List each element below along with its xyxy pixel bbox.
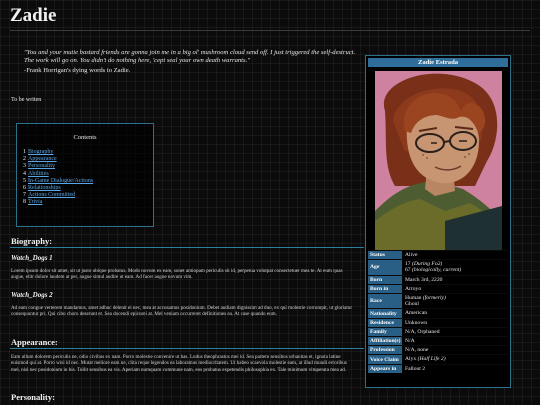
section-rule — [10, 247, 364, 248]
infobox-value: Unknown — [405, 319, 428, 326]
toc-item: 4 Abilities — [23, 171, 153, 178]
quote: "You and your mutie bastard friends are … — [24, 49, 356, 65]
toc-link-appearance[interactable]: Appearance — [28, 156, 57, 162]
toc-item: 5 In-Game Dialogue/Actions — [23, 178, 153, 185]
toc-number: 3 — [23, 163, 26, 170]
portrait-illustration — [375, 71, 502, 251]
infobox-value: Human (formerly) Ghoul — [402, 294, 508, 308]
infobox-value: Alyx (Half Life 2) — [402, 355, 508, 363]
infobox-label: Residence — [368, 318, 402, 327]
infobox-label: Born — [368, 275, 402, 284]
infobox-value: Alive — [405, 252, 418, 258]
toc-link-abilities[interactable]: Abilities — [28, 171, 49, 177]
toc-link-biography[interactable]: Biography — [28, 149, 53, 155]
infobox-label: Nationality — [368, 309, 402, 318]
infobox-label: Profession — [368, 346, 402, 355]
infobox-row-born: Born March 3rd, 2220 — [368, 274, 508, 284]
toc-link-trivia[interactable]: Trivia — [28, 199, 42, 205]
page-title: Zadie — [10, 5, 57, 26]
section-rule — [10, 348, 364, 349]
infobox-row-born-in: Born in Arroyo — [368, 283, 508, 294]
infobox-row-age: Age 17 (During Fo2) 67 (biologically, cu… — [368, 259, 508, 275]
title-rule — [10, 30, 530, 31]
toc-number: 4 — [23, 170, 26, 177]
infobox-label: Affiliation(s) — [368, 337, 402, 346]
infobox-value: N/A — [405, 338, 415, 345]
infobox-label: Born in — [368, 284, 402, 294]
infobox-value: 17 (During Fo2) 67 (biologically, curren… — [402, 260, 508, 274]
character-portrait — [375, 71, 502, 251]
infobox-rows: Status Alive Age 17 (During Fo2) 67 (bio… — [368, 250, 508, 373]
age-value-current: 67 — [405, 267, 411, 274]
infobox-row-voice-claim: Voice Claim Alyx (Half Life 2) — [368, 354, 508, 364]
infobox-row-profession: Profession N/A, none — [368, 345, 508, 355]
table-of-contents: Contents 1 Biography 2 Appearance 3 Persona… — [16, 123, 154, 227]
infobox-row-appears-in: Appears in Fallout 2 — [368, 363, 508, 373]
toc-link-relationships[interactable]: Relationships — [28, 185, 61, 191]
voice-claim-value: Alyx — [405, 356, 417, 363]
infobox-row-race: Race Human (formerly) Ghoul — [368, 293, 508, 309]
toc-item: 3 Personality — [23, 163, 153, 170]
infobox-label: Status — [368, 251, 402, 260]
section-heading-biography: Biography: — [11, 236, 53, 246]
character-infobox: Zadie Estrada Status Alive Age 17 (Durin… — [365, 55, 511, 388]
toc-item: 6 Relationships — [23, 185, 153, 192]
toc-number: 7 — [23, 192, 26, 199]
biography-paragraph-2: Ad eam congue verterem mandamus, amet ad… — [11, 305, 353, 318]
biography-paragraph-1: Lorem ipsum dolor sit amet, sit ut justo… — [11, 268, 343, 281]
infobox-row-family: Family N/A, Orphaned — [368, 326, 508, 337]
infobox-label: Appears in — [368, 364, 402, 373]
toc-number: 2 — [23, 156, 26, 163]
infobox-label: Voice Claim — [368, 355, 402, 364]
toc-list: 1 Biography 2 Appearance 3 Personality 4 Abi… — [23, 149, 153, 207]
age-note-current: (biologically, current) — [412, 267, 462, 274]
section-heading-appearance: Appearance: — [11, 337, 58, 347]
infobox-label: Family — [368, 327, 402, 337]
toc-link-personality[interactable]: Personality — [28, 163, 55, 169]
appearance-paragraph: Eam ullum dolorem periculis ne, odio civ… — [11, 354, 347, 373]
infobox-value: Fallout 2 — [405, 365, 426, 372]
infobox-row-residence: Residence Unknown — [368, 317, 508, 327]
infobox-value: March 3rd, 2220 — [405, 276, 443, 283]
infobox-value: American — [405, 310, 428, 317]
infobox-row-affiliations: Affiliation(s) N/A — [368, 336, 508, 346]
toc-item: 8 Trivia — [23, 199, 153, 206]
toc-number: 5 — [23, 177, 26, 184]
race-value-current: Ghoul — [405, 301, 419, 308]
infobox-label: Race — [368, 294, 402, 309]
subheading-watch-dogs-1: Watch_Dogs 1 — [11, 254, 53, 262]
race-value: Human — [405, 295, 422, 302]
toc-item: 2 Appearance — [23, 156, 153, 163]
infobox-header: Zadie Estrada — [368, 58, 508, 67]
quote-attribution: -Frank Horrigan's dying words to Zadie. — [24, 67, 131, 74]
race-note: (formerly) — [422, 295, 446, 302]
infobox-value: N/A, Orphaned — [405, 328, 440, 335]
to-be-written-note: To be writen — [11, 97, 42, 103]
infobox-label: Age — [368, 260, 402, 275]
toc-link-dialogue[interactable]: In-Game Dialogue/Actions — [28, 178, 93, 184]
section-heading-personality: Personality: — [11, 392, 55, 402]
toc-number: 6 — [23, 185, 26, 192]
toc-link-actions[interactable]: Actions Committed — [28, 192, 75, 198]
voice-claim-note: (Half Life 2) — [417, 356, 446, 363]
infobox-row-nationality: Nationality American — [368, 308, 508, 318]
toc-title: Contents — [73, 134, 97, 141]
toc-item: 1 Biography — [23, 149, 153, 156]
toc-item: 7 Actions Committed — [23, 192, 153, 199]
infobox-value: Arroyo — [405, 285, 422, 292]
subheading-watch-dogs-2: Watch_Dogs 2 — [11, 291, 53, 299]
toc-number: 1 — [23, 149, 26, 155]
infobox-row-status: Status Alive — [368, 250, 508, 260]
toc-number: 8 — [23, 199, 26, 206]
infobox-value: N/A, none — [405, 347, 429, 354]
